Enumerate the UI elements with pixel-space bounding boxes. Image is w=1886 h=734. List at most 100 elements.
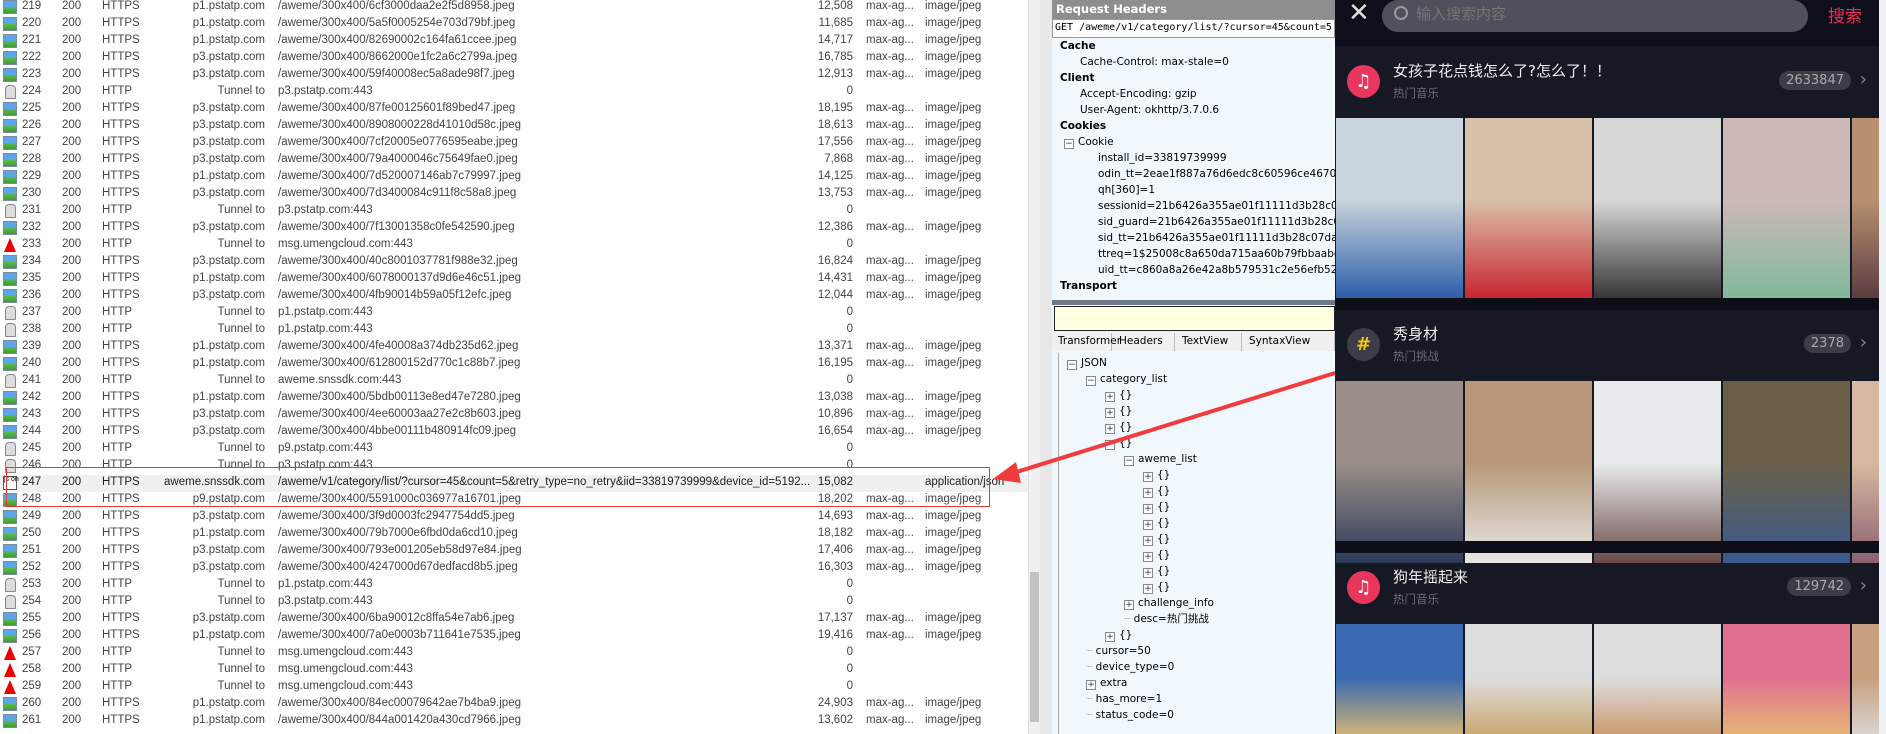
session-row[interactable]: 256 200 HTTPS p1.pstatp.com/aweme/300x400/7…: [0, 628, 1028, 645]
section-header[interactable]: ♫ 女孩子花点钱怎么了?怎么了！！ 热门音乐 2633847 ›: [1335, 47, 1879, 117]
cookie-item[interactable]: sid_tt=21b6426a355ae01f11111d3b28c07dab: [1052, 230, 1335, 246]
tree-node-obj[interactable]: + {}: [1105, 627, 1132, 643]
session-row[interactable]: 240 200 HTTPS p1.pstatp.com/aweme/300x400/6…: [0, 356, 1028, 373]
video-thumbnail[interactable]: [1465, 381, 1592, 563]
tree-node-obj[interactable]: −{}: [1105, 435, 1132, 451]
request-line[interactable]: GET /aweme/v1/category/list/?cursor=45&c…: [1052, 19, 1335, 38]
session-row[interactable]: 243 200 HTTPS p3.pstatp.com/aweme/300x400/4…: [0, 407, 1028, 424]
video-thumbnail[interactable]: [1336, 624, 1463, 734]
expand-icon[interactable]: +: [1143, 472, 1153, 482]
tree-node-aweme-list[interactable]: − aweme_list: [1124, 451, 1197, 467]
search-input[interactable]: [1416, 5, 1796, 23]
session-row[interactable]: 236 200 HTTPS p3.pstatp.com/aweme/300x400/4…: [0, 288, 1028, 305]
session-list[interactable]: 219 200 HTTPS p1.pstatp.com/aweme/300x400/6…: [0, 0, 1040, 734]
tab-headers[interactable]: Headers: [1113, 333, 1175, 351]
expand-icon[interactable]: +: [1143, 504, 1153, 514]
session-row[interactable]: 250 200 HTTPS p1.pstatp.com/aweme/300x400/7…: [0, 526, 1028, 543]
session-row[interactable]: 249 200 HTTPS p3.pstatp.com/aweme/300x400/3…: [0, 509, 1028, 526]
cookie-item[interactable]: install_id=33819739999: [1052, 150, 1335, 166]
session-row[interactable]: 234 200 HTTPS p3.pstatp.com/aweme/300x400/4…: [0, 254, 1028, 271]
chevron-right-icon[interactable]: ›: [1860, 332, 1867, 353]
tree-node-has-more[interactable]: ┈ has_more=1: [1086, 691, 1162, 707]
tree-node-obj[interactable]: + {}: [1143, 483, 1170, 499]
session-row[interactable]: 230 200 HTTPS p3.pstatp.com/aweme/300x400/7…: [0, 186, 1028, 203]
collapse-icon[interactable]: −: [1105, 440, 1115, 450]
video-thumbnail[interactable]: [1336, 118, 1463, 300]
video-thumbnail[interactable]: [1852, 624, 1879, 734]
session-row[interactable]: 258 200 HTTP Tunnel to msg.umengcloud.com:44…: [0, 662, 1028, 679]
session-row[interactable]: 222 200 HTTPS p3.pstatp.com/aweme/300x400/8…: [0, 50, 1028, 67]
tree-node-extra[interactable]: + extra: [1086, 675, 1127, 691]
tree-node-obj[interactable]: + {}: [1105, 387, 1132, 403]
tree-node-obj[interactable]: + {}: [1143, 547, 1170, 563]
cookie-item[interactable]: ttreq=1$25008c8a650da715aa60b79fbbaabcc3…: [1052, 246, 1335, 262]
session-row[interactable]: 228 200 HTTPS p3.pstatp.com/aweme/300x400/7…: [0, 152, 1028, 169]
session-row[interactable]: 260 200 HTTPS p1.pstatp.com/aweme/300x400/8…: [0, 696, 1028, 713]
video-thumbnail[interactable]: [1852, 118, 1879, 300]
search-button[interactable]: 搜索: [1828, 2, 1862, 27]
header-item[interactable]: Accept-Encoding: gzip: [1052, 86, 1335, 102]
cookie-item[interactable]: odin_tt=2eae1f887a76d6edc8c60596ce467098…: [1052, 166, 1335, 182]
cookie-item[interactable]: uid_tt=c860a8a26e42a8b579531c2e56efb522: [1052, 262, 1335, 278]
pane-splitter[interactable]: [1040, 0, 1052, 734]
session-row[interactable]: 225 200 HTTPS p3.pstatp.com/aweme/300x400/8…: [0, 101, 1028, 118]
session-row[interactable]: 219 200 HTTPS p1.pstatp.com/aweme/300x400/6…: [0, 0, 1028, 16]
chevron-right-icon[interactable]: ›: [1860, 69, 1867, 90]
session-row[interactable]: 259 200 HTTP Tunnel to msg.umengcloud.com:44…: [0, 679, 1028, 696]
session-row[interactable]: 231 200 HTTP Tunnel to p3.pstatp.com:443 0: [0, 203, 1028, 220]
tab-syntaxview[interactable]: SyntaxView: [1243, 333, 1335, 351]
expand-icon[interactable]: +: [1143, 552, 1153, 562]
session-row[interactable]: 235 200 HTTPS p1.pstatp.com/aweme/300x400/6…: [0, 271, 1028, 288]
session-row[interactable]: 239 200 HTTPS p1.pstatp.com/aweme/300x400/4…: [0, 339, 1028, 356]
session-row[interactable]: 244 200 HTTPS p3.pstatp.com/aweme/300x400/4…: [0, 424, 1028, 441]
cookie-node[interactable]: − Cookie: [1052, 134, 1335, 150]
video-thumbnail[interactable]: [1594, 118, 1721, 300]
tree-node-cursor[interactable]: ┈ cursor=50: [1086, 643, 1151, 659]
tree-node-category-list[interactable]: − category_list: [1086, 371, 1167, 387]
session-row[interactable]: 223 200 HTTPS p3.pstatp.com/aweme/300x400/5…: [0, 67, 1028, 84]
session-row[interactable]: 224 200 HTTP Tunnel to p3.pstatp.com:443 0: [0, 84, 1028, 101]
video-thumbnail[interactable]: [1465, 118, 1592, 300]
section-header[interactable]: # 秀身材 热门挑战 2378 ›: [1335, 310, 1879, 380]
session-row[interactable]: 257 200 HTTP Tunnel to msg.umengcloud.com:44…: [0, 645, 1028, 662]
video-thumbnail[interactable]: [1465, 624, 1592, 734]
expand-icon[interactable]: +: [1143, 488, 1153, 498]
collapse-icon[interactable]: −: [1124, 456, 1134, 466]
expand-icon[interactable]: +: [1105, 408, 1115, 418]
section-header[interactable]: ♫ 狗年摇起来 热门音乐 129742 ›: [1335, 553, 1879, 623]
tree-node-status-code[interactable]: ┈ status_code=0: [1086, 707, 1174, 723]
tree-node-obj[interactable]: + {}: [1143, 515, 1170, 531]
expand-icon[interactable]: +: [1105, 392, 1115, 402]
tree-node-obj[interactable]: + {}: [1143, 579, 1170, 595]
session-row[interactable]: 220 200 HTTPS p1.pstatp.com/aweme/300x400/5…: [0, 16, 1028, 33]
session-row[interactable]: 233 200 HTTP Tunnel to msg.umengcloud.com:44…: [0, 237, 1028, 254]
tree-node-device-type[interactable]: ┈ device_type=0: [1086, 659, 1174, 675]
expand-icon[interactable]: +: [1105, 632, 1115, 642]
tree-node-obj[interactable]: + {}: [1143, 467, 1170, 483]
expand-icon[interactable]: +: [1143, 536, 1153, 546]
session-row[interactable]: 255 200 HTTPS p3.pstatp.com/aweme/300x400/6…: [0, 611, 1028, 628]
cookie-item[interactable]: sid_guard=21b6426a355ae01f11111d3b28c07d…: [1052, 214, 1335, 230]
expand-icon[interactable]: +: [1105, 424, 1115, 434]
video-thumbnail[interactable]: [1336, 381, 1463, 563]
video-thumbnail[interactable]: [1723, 624, 1850, 734]
tree-node-obj[interactable]: + {}: [1105, 403, 1132, 419]
session-row[interactable]: 242 200 HTTPS p1.pstatp.com/aweme/300x400/5…: [0, 390, 1028, 407]
collapse-icon[interactable]: −: [1064, 139, 1074, 149]
close-icon[interactable]: ✕: [1348, 0, 1370, 28]
collapse-icon[interactable]: −: [1067, 360, 1077, 370]
tree-node-challenge-info[interactable]: + challenge_info: [1124, 595, 1214, 611]
tab-transformer[interactable]: Transformer: [1052, 333, 1121, 351]
header-item[interactable]: Cache-Control: max-stale=0: [1052, 54, 1335, 70]
session-row[interactable]: 232 200 HTTPS p3.pstatp.com/aweme/300x400/7…: [0, 220, 1028, 237]
session-row[interactable]: 238 200 HTTP Tunnel to p1.pstatp.com:443 0: [0, 322, 1028, 339]
expand-icon[interactable]: +: [1086, 680, 1096, 690]
video-thumbnail[interactable]: [1594, 624, 1721, 734]
expand-icon[interactable]: +: [1143, 520, 1153, 530]
expand-icon[interactable]: +: [1143, 568, 1153, 578]
expand-icon[interactable]: +: [1143, 584, 1153, 594]
session-row[interactable]: 252 200 HTTPS p3.pstatp.com/aweme/300x400/4…: [0, 560, 1028, 577]
tab-textview[interactable]: TextView: [1176, 333, 1242, 351]
session-row[interactable]: 251 200 HTTPS p3.pstatp.com/aweme/300x400/7…: [0, 543, 1028, 560]
tree-node-obj[interactable]: + {}: [1143, 563, 1170, 579]
